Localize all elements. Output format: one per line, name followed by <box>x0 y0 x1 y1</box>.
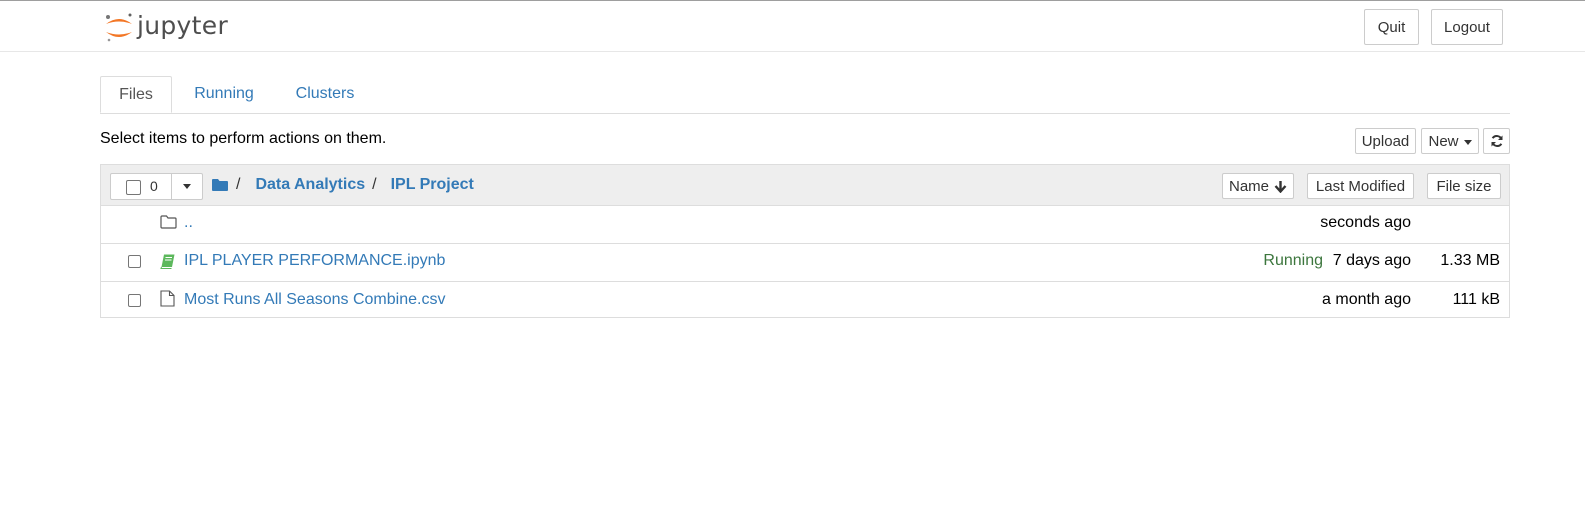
select-all-checkbox[interactable] <box>126 180 141 195</box>
sort-last-modified-button[interactable]: Last Modified <box>1307 173 1414 199</box>
running-status: Running <box>1263 252 1323 269</box>
arrow-down-icon <box>1274 180 1287 193</box>
file-list-header: 0 / Data Analytics / IPL Project Name La… <box>101 165 1509 206</box>
list-item[interactable]: IPL PLAYER PERFORMANCE.ipynb Running 7 d… <box>101 243 1509 282</box>
file-name-link[interactable]: IPL PLAYER PERFORMANCE.ipynb <box>184 252 445 270</box>
list-item[interactable]: Most Runs All Seasons Combine.csv a mont… <box>101 282 1509 320</box>
select-menu-button[interactable] <box>172 174 202 199</box>
file-icon <box>160 290 175 307</box>
notebook-icon <box>160 254 175 269</box>
breadcrumb-separator: / <box>372 176 377 193</box>
row-checkbox[interactable] <box>128 255 141 268</box>
tab-files[interactable]: Files <box>100 76 172 113</box>
file-size: 1.33 MB <box>1440 252 1500 269</box>
new-label: New <box>1428 132 1459 150</box>
tab-running[interactable]: Running <box>182 76 266 112</box>
sort-name-label: Name <box>1228 177 1269 195</box>
tab-bar: Files Running Clusters <box>100 76 1510 114</box>
breadcrumb-separator: / <box>236 176 241 193</box>
breadcrumb-ipl-project[interactable]: IPL Project <box>391 176 474 194</box>
logout-button[interactable]: Logout <box>1431 9 1503 45</box>
jupyter-logo[interactable]: jupyter <box>103 10 243 46</box>
selection-hint: Select items to perform actions on them. <box>100 130 387 147</box>
file-modified: a month ago <box>1322 291 1411 308</box>
file-list: 0 / Data Analytics / IPL Project Name La… <box>100 164 1510 318</box>
refresh-icon <box>1491 135 1502 147</box>
refresh-button[interactable] <box>1483 128 1510 154</box>
breadcrumb: / Data Analytics / IPL Project <box>212 175 474 195</box>
file-size: 111 kB <box>1452 291 1500 308</box>
upload-button[interactable]: Upload <box>1355 128 1416 154</box>
select-all-group: 0 <box>110 173 203 200</box>
new-dropdown-button[interactable]: New <box>1421 128 1479 154</box>
file-name-link[interactable]: .. <box>184 214 193 232</box>
breadcrumb-data-analytics[interactable]: Data Analytics <box>255 176 365 194</box>
header-bar: jupyter Quit Logout <box>0 1 1585 52</box>
sort-file-size-button[interactable]: File size <box>1427 173 1501 199</box>
chevron-down-icon <box>1463 139 1472 145</box>
list-item[interactable]: .. seconds ago <box>101 205 1509 244</box>
jupyter-logo-icon <box>106 13 132 42</box>
chevron-down-icon <box>183 184 191 189</box>
sort-name-button[interactable]: Name <box>1222 173 1294 199</box>
logo-text: jupyter <box>137 11 229 40</box>
folder-icon <box>160 215 177 229</box>
row-checkbox[interactable] <box>128 294 141 307</box>
file-name-link[interactable]: Most Runs All Seasons Combine.csv <box>184 291 445 309</box>
file-modified: 7 days ago <box>1332 252 1411 269</box>
quit-button[interactable]: Quit <box>1364 9 1419 45</box>
file-modified: seconds ago <box>1320 214 1411 231</box>
folder-home-icon[interactable] <box>212 179 228 191</box>
tab-clusters[interactable]: Clusters <box>284 76 366 112</box>
selected-count: 0 <box>150 178 158 194</box>
